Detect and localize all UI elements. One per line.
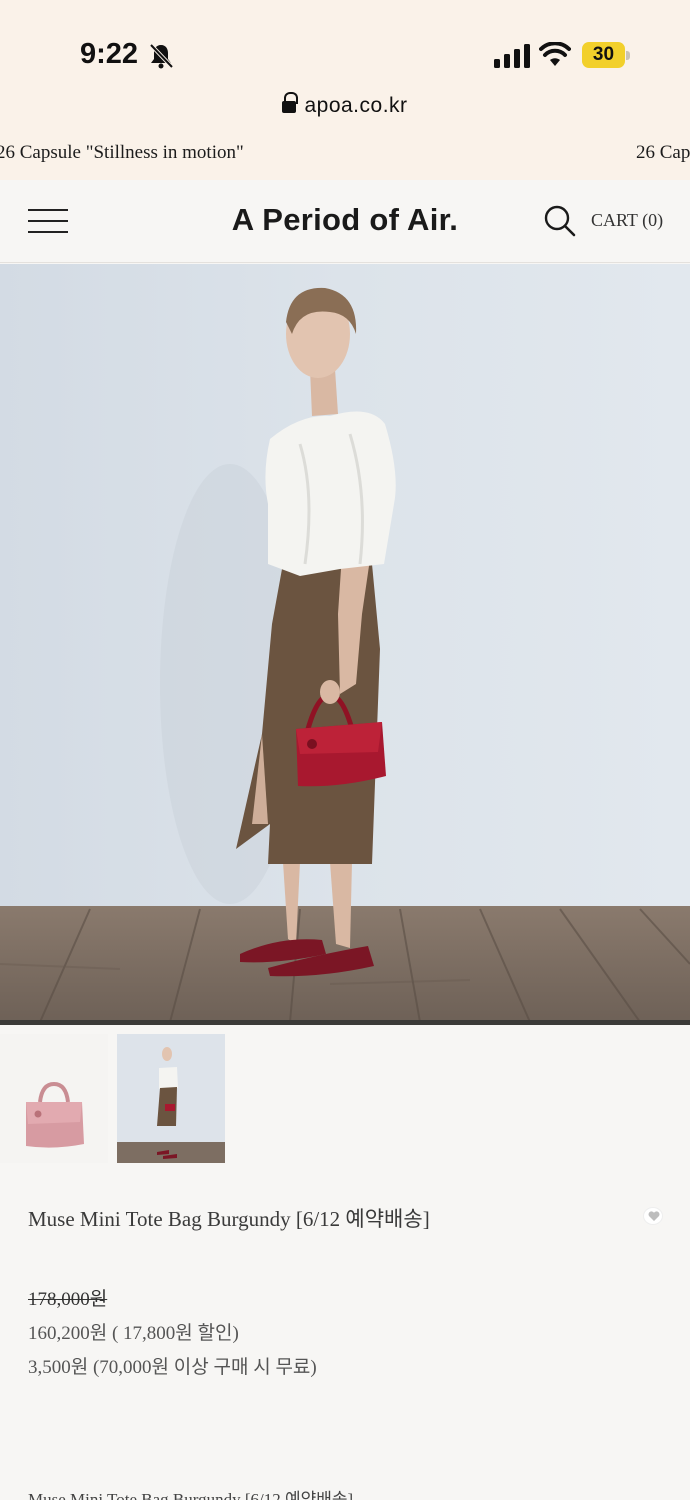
image-divider xyxy=(0,1020,690,1025)
wishlist-button[interactable] xyxy=(643,1207,663,1225)
battery-indicator: 30 xyxy=(582,42,630,68)
menu-button[interactable] xyxy=(28,209,68,233)
shipping-fee: 3,500원 (70,000원 이상 구매 시 무료) xyxy=(28,1357,317,1378)
product-title: Muse Mini Tote Bag Burgundy [6/12 예약배송] xyxy=(28,1207,430,1231)
silent-bell-icon xyxy=(149,43,174,69)
search-icon[interactable] xyxy=(544,205,576,237)
thumbnail-model[interactable] xyxy=(117,1034,225,1163)
cellular-signal-icon xyxy=(494,44,530,68)
url-text: apoa.co.kr xyxy=(304,94,408,117)
battery-level: 30 xyxy=(592,44,615,65)
announcement-text-repeat: 26 Cap xyxy=(636,142,690,163)
sale-price: 160,200원 ( 17,800원 할인) xyxy=(28,1323,239,1344)
cart-link[interactable]: CART (0) xyxy=(591,210,663,231)
lock-icon xyxy=(282,92,299,113)
site-header: A Period of Air. CART (0) xyxy=(0,180,690,263)
product-hero-image[interactable] xyxy=(0,264,690,1022)
status-time: 9:22 xyxy=(80,38,139,70)
wifi-icon xyxy=(539,42,571,66)
original-price: 178,000원 xyxy=(28,1289,108,1310)
address-bar[interactable]: apoa.co.kr xyxy=(0,92,690,118)
announcement-text: 26 Capsule "Stillness in motion" xyxy=(0,142,244,163)
site-logo[interactable]: A Period of Air. xyxy=(0,202,690,238)
description-title: Muse Mini Tote Bag Burgundy [6/12 예약배송] xyxy=(28,1490,354,1500)
thumbnail-bag[interactable] xyxy=(0,1034,108,1163)
browser-top-area: 9:22 30 apoa.co.kr 26 Capsule "Stillness… xyxy=(0,0,690,180)
heart-icon xyxy=(648,1211,660,1221)
